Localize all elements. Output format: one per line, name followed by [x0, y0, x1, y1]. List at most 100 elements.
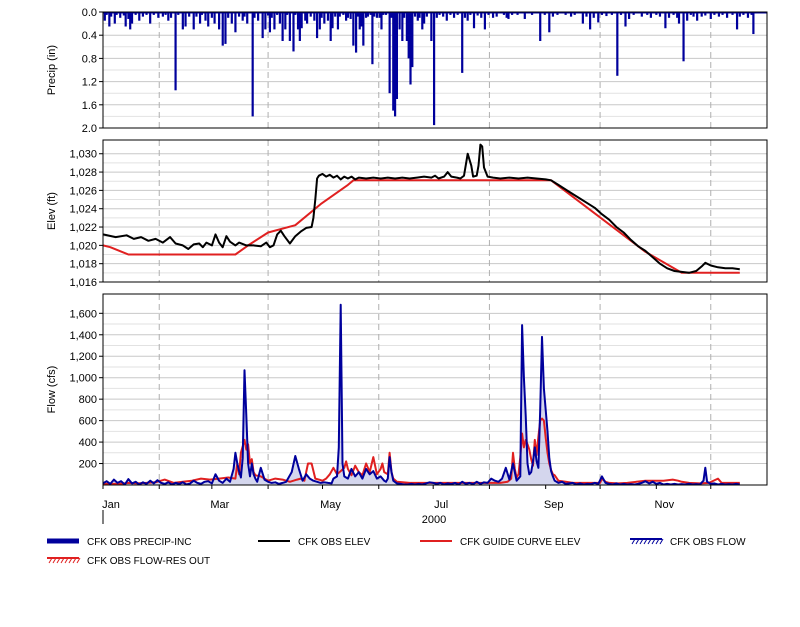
precip-bar: [395, 12, 399, 99]
precip-bar: [539, 12, 542, 41]
x-tick-label: Jul: [434, 499, 448, 511]
precip-bar: [589, 12, 592, 30]
precip-ytick-label: 1.6: [82, 100, 97, 112]
reservoir-chart: 0.0 0.4 0.8 1.2 1.6 2.0 Precip (in) 1,016 1,018…: [46, 7, 768, 567]
precip-bar: [149, 12, 152, 24]
legend-item: CFK OBS FLOW: [630, 537, 746, 548]
precip-bar: [192, 12, 195, 30]
elev-plot-bg: [103, 140, 767, 282]
legend-item: CFK GUIDE CURVE ELEV: [420, 537, 581, 548]
precip-bar: [735, 12, 739, 30]
precip-bar: [213, 12, 216, 24]
precip-bar: [354, 12, 358, 53]
elev-ytick-label: 1,026: [69, 185, 97, 197]
legend-item: CFK OBS ELEV: [258, 537, 371, 548]
precip-bar: [230, 12, 233, 24]
precip-bar: [292, 12, 295, 52]
precip-ytick-label: 1.2: [82, 77, 97, 89]
legend-label: CFK OBS PRECIP-INC: [87, 537, 191, 548]
flow-ytick-label: 1,600: [69, 308, 97, 320]
precip-bar: [398, 12, 401, 30]
elev-ytick-label: 1,020: [69, 240, 97, 252]
precip-bar: [246, 12, 249, 24]
precip-bar: [352, 12, 355, 46]
elev-ytick-label: 1,030: [69, 149, 97, 161]
x-axis: Jan Mar May Jul Sep Nov 2000: [102, 485, 712, 526]
flow-panel: 200 400 600 800 1,000 1,200 1,400 1,600 Flow (cf…: [46, 293, 768, 486]
precip-bar: [411, 12, 414, 68]
precip-bar: [281, 12, 284, 41]
precip-bar: [597, 12, 600, 23]
precip-bar: [278, 12, 281, 24]
precip-bar: [218, 12, 221, 30]
precip-bar: [184, 12, 187, 27]
precip-bar: [388, 12, 391, 94]
legend-item: CFK OBS PRECIP-INC: [47, 537, 191, 548]
x-tick-label: Jan: [102, 499, 120, 511]
precip-bar: [251, 12, 254, 117]
elev-ytick-label: 1,016: [69, 277, 97, 289]
flow-ytick-label: 1,000: [69, 373, 97, 385]
precip-panel: 0.0 0.4 0.8 1.2 1.6 2.0 Precip (in): [46, 7, 768, 135]
precip-bar: [315, 12, 319, 39]
elev-ytick-label: 1,018: [69, 259, 97, 271]
precip-bar: [430, 12, 433, 41]
precip-bar: [174, 12, 177, 91]
precip-bar: [472, 12, 476, 29]
precip-bar: [432, 12, 436, 126]
precip-bar: [362, 12, 365, 46]
x-tick-label: Mar: [210, 499, 229, 511]
legend-label: CFK GUIDE CURVE ELEV: [460, 537, 581, 548]
precip-bar: [581, 12, 584, 24]
precip-bar: [273, 12, 276, 30]
legend-label: CFK OBS FLOW: [670, 537, 746, 548]
elev-ytick-label: 1,022: [69, 222, 97, 234]
x-tick-label: Nov: [655, 499, 675, 511]
precip-bar: [261, 12, 264, 39]
precip-bar: [682, 12, 685, 62]
precip-ytick-label: 0.8: [82, 53, 97, 65]
precip-bar: [264, 12, 267, 30]
precip-bar: [221, 12, 224, 46]
precip-bar: [548, 12, 551, 33]
precip-ytick-label: 0.4: [82, 30, 97, 42]
flow-ytick-label: 200: [79, 459, 97, 471]
flow-ytick-label: 1,200: [69, 351, 97, 363]
legend: CFK OBS PRECIP-INC CFK OBS ELEV CFK GUIDE …: [47, 537, 746, 567]
precip-bar: [664, 12, 667, 29]
x-tick-label: May: [320, 499, 341, 511]
precip-axis-title: Precip (in): [46, 45, 58, 95]
flow-ytick-label: 600: [79, 416, 97, 428]
precip-bar: [677, 12, 681, 24]
precip-bar: [224, 12, 227, 44]
precip-bar: [423, 12, 426, 24]
flow-ytick-label: 400: [79, 437, 97, 449]
precip-bar: [616, 12, 619, 76]
precip-bar: [624, 12, 627, 27]
precip-bar: [181, 12, 184, 30]
precip-bar: [752, 12, 755, 35]
precip-bar: [331, 12, 334, 29]
flow-axis-title: Flow (cfs): [46, 366, 58, 414]
elev-axis-title: Elev (ft): [46, 192, 58, 230]
precip-ytick-label: 2.0: [82, 123, 97, 135]
precip-bar: [323, 12, 326, 24]
legend-label: CFK OBS FLOW-RES OUT: [87, 556, 210, 567]
elev-ytick-label: 1,024: [69, 204, 97, 216]
flow-ytick-label: 800: [79, 394, 97, 406]
elev-ytick-label: 1,028: [69, 167, 97, 179]
x-tick-label: Sep: [544, 499, 564, 511]
precip-bar: [305, 12, 309, 24]
flow-plot-bg: [103, 294, 767, 485]
flow-ytick-label: 1,400: [69, 330, 97, 342]
precip-bar: [371, 12, 374, 65]
precip-bar: [207, 12, 210, 27]
precip-bar: [483, 12, 486, 30]
precip-bar: [124, 12, 127, 27]
precip-bar: [300, 12, 303, 29]
legend-item: CFK OBS FLOW-RES OUT: [47, 556, 210, 567]
legend-label: CFK OBS ELEV: [298, 537, 371, 548]
precip-bar: [234, 12, 237, 33]
precip-bar: [288, 12, 291, 41]
precip-bar: [130, 12, 134, 24]
